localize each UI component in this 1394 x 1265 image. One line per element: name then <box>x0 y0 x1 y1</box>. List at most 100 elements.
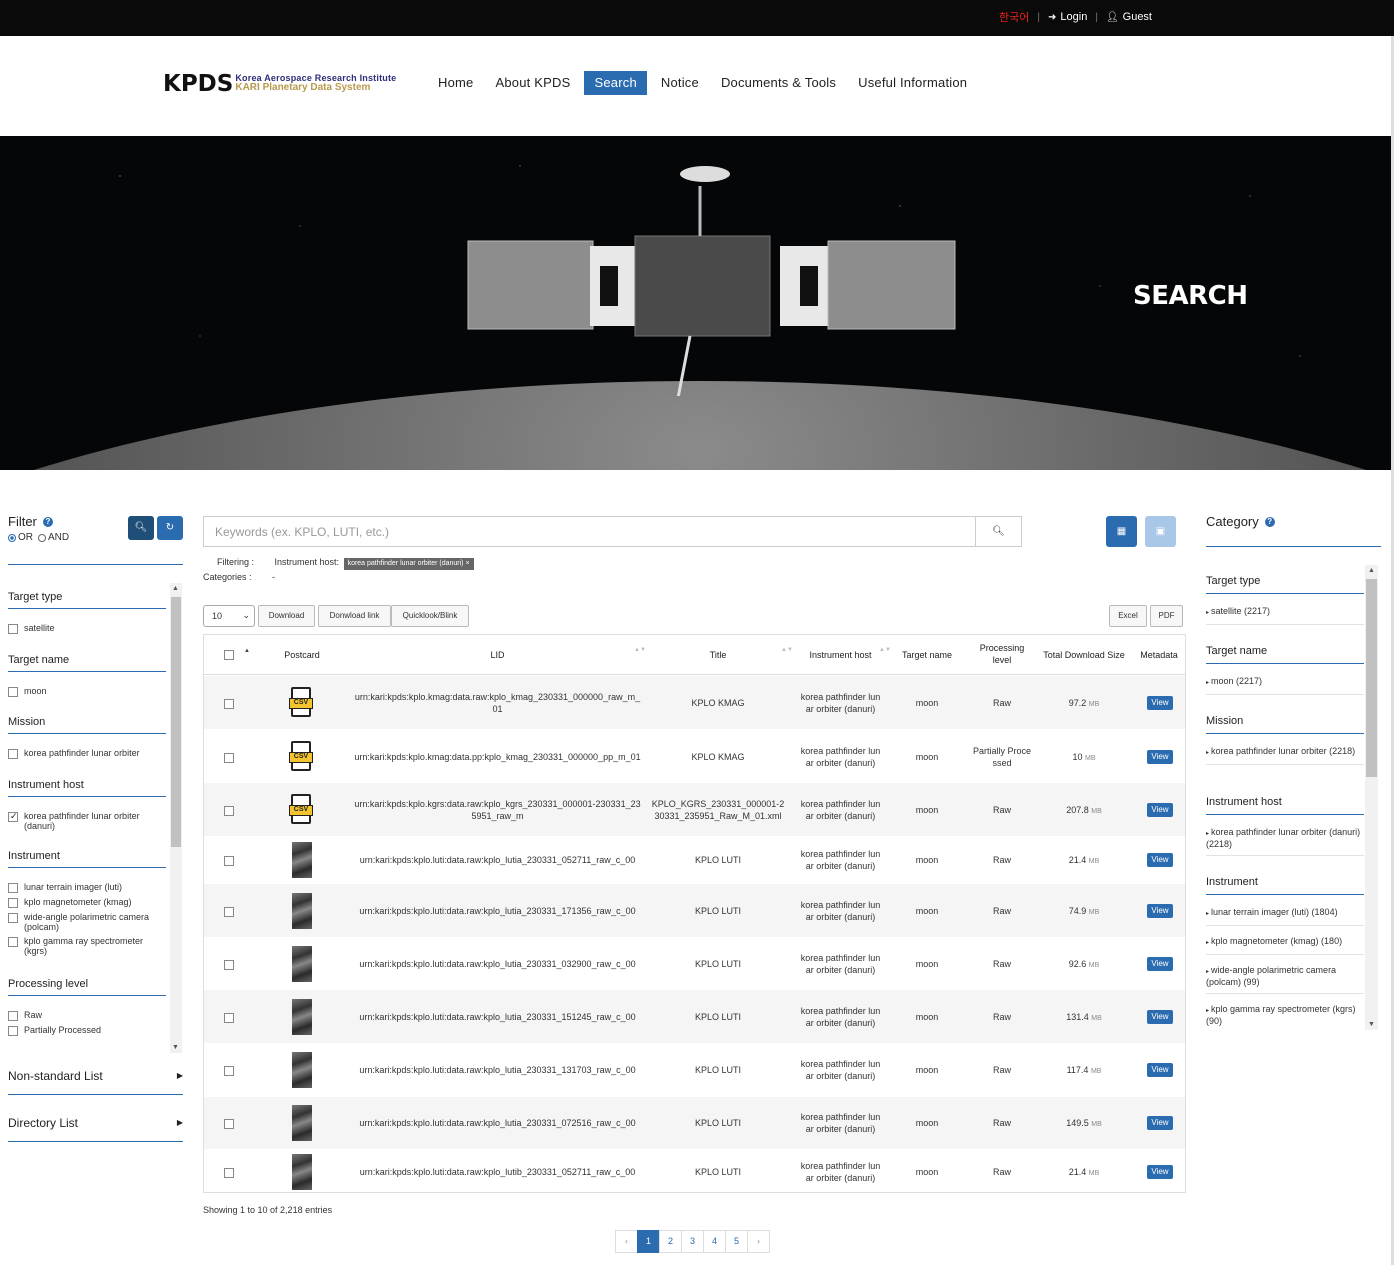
filter-option[interactable]: wide-angle polarimetric camera (polcam) <box>8 912 166 932</box>
filter-checkbox[interactable] <box>8 811 18 822</box>
view-metadata-button[interactable]: View <box>1147 1116 1173 1130</box>
page-button-5[interactable]: 5 <box>725 1230 748 1253</box>
nav-item-documents-tools[interactable]: Documents & Tools <box>713 71 844 95</box>
filter-option[interactable]: satellite <box>8 623 166 634</box>
view-metadata-button[interactable]: View <box>1147 1164 1173 1179</box>
scroll-down-icon[interactable]: ▼ <box>1368 1021 1375 1028</box>
nav-item-home[interactable]: Home <box>430 71 481 95</box>
row-checkbox[interactable] <box>224 959 234 970</box>
postcard-thumbnail[interactable] <box>292 892 312 929</box>
page-size-select[interactable]: 10 ⌄ <box>203 605 255 627</box>
nonstandard-list-toggle[interactable]: Non-standard List ▶ <box>8 1065 183 1095</box>
category-item[interactable]: ▸ moon (2217) <box>1206 664 1364 695</box>
row-checkbox[interactable] <box>224 906 234 917</box>
nav-item-notice[interactable]: Notice <box>653 71 707 95</box>
filter-option[interactable]: kplo magnetometer (kmag) <box>8 897 166 908</box>
search-button[interactable]: 🔍︎ <box>975 517 1021 546</box>
view-metadata-button[interactable]: View <box>1147 695 1173 710</box>
view-metadata-button[interactable]: View <box>1147 956 1173 971</box>
pdf-button[interactable]: PDF <box>1150 605 1183 627</box>
page-button-4[interactable]: 4 <box>703 1230 726 1253</box>
filter-option[interactable]: Raw <box>8 1010 166 1021</box>
csv-file-icon[interactable]: CSV <box>289 793 313 826</box>
category-item[interactable]: ▸ kplo gamma ray spectrometer (kgrs) (90) <box>1206 994 1364 1030</box>
col-instrument-host[interactable]: Instrument host <box>799 649 882 661</box>
category-scrollbar[interactable]: ▲ ▼ <box>1365 565 1378 1030</box>
help-icon[interactable]: ? <box>1264 516 1275 527</box>
prev-page-button[interactable]: ‹ <box>615 1230 638 1253</box>
scroll-down-icon[interactable]: ▼ <box>172 1044 179 1051</box>
filter-option[interactable]: lunar terrain imager (luti) <box>8 882 166 893</box>
row-checkbox[interactable] <box>224 1066 234 1076</box>
filter-option[interactable]: korea pathfinder lunar orbiter <box>8 748 166 759</box>
category-item[interactable]: ▸ wide-angle polarimetric camera (polcam)… <box>1206 955 1364 994</box>
postcard-thumbnail[interactable] <box>292 842 312 878</box>
filter-option[interactable]: Partially Processed <box>8 1025 166 1036</box>
row-checkbox[interactable] <box>224 698 234 709</box>
filter-option[interactable]: korea pathfinder lunar orbiter (danuri) <box>8 811 166 831</box>
scroll-up-icon[interactable]: ▲ <box>1368 567 1375 574</box>
postcard-thumbnail[interactable] <box>292 1153 312 1190</box>
filter-checkbox[interactable] <box>8 883 18 893</box>
category-item[interactable]: ▸ kplo magnetometer (kmag) (180) <box>1206 926 1364 955</box>
view-metadata-button[interactable]: View <box>1147 903 1173 918</box>
filter-checkbox[interactable] <box>8 624 18 634</box>
kpds-logo[interactable]: KPDS Korea Aerospace Research Institute … <box>163 70 396 98</box>
row-checkbox[interactable] <box>224 805 234 816</box>
excel-button[interactable]: Excel <box>1109 605 1147 627</box>
filter-option[interactable]: kplo gamma ray spectrometer (kgrs) <box>8 936 166 956</box>
filter-search-button[interactable]: 🔍︎ <box>128 516 154 540</box>
postcard-thumbnail[interactable] <box>292 998 312 1035</box>
scroll-thumb[interactable] <box>1366 579 1377 777</box>
sort-icon[interactable]: ▲▼ <box>634 647 646 653</box>
row-checkbox[interactable] <box>224 1119 234 1129</box>
view-metadata-button[interactable]: View <box>1147 749 1173 764</box>
view-metadata-button[interactable]: View <box>1147 1009 1173 1024</box>
nav-item-useful-information[interactable]: Useful Information <box>850 71 975 95</box>
category-item[interactable]: ▸ korea pathfinder lunar orbiter (2218) <box>1206 734 1364 765</box>
language-link[interactable]: 한국어 <box>999 9 1029 25</box>
csv-file-icon[interactable]: CSV <box>289 740 313 773</box>
postcard-thumbnail[interactable] <box>292 1105 312 1141</box>
filter-scrollbar[interactable]: ▲ ▼ <box>170 583 182 1053</box>
help-icon[interactable]: ? <box>42 516 53 527</box>
sort-icon[interactable]: ▲▼ <box>879 647 891 653</box>
and-radio[interactable] <box>38 533 46 542</box>
download-link-button[interactable]: Donwload link <box>318 605 391 627</box>
csv-file-icon[interactable]: CSV <box>289 686 313 719</box>
category-item[interactable]: ▸ korea pathfinder lunar orbiter (danuri)… <box>1206 815 1364 856</box>
sort-icon[interactable]: ▲▼ <box>781 647 793 653</box>
page-button-1[interactable]: 1 <box>637 1230 660 1253</box>
filter-checkbox[interactable] <box>8 1026 18 1036</box>
col-title[interactable]: Title <box>650 649 786 661</box>
col-lid[interactable]: LID <box>354 649 641 661</box>
category-item[interactable]: ▸ satellite (2217) <box>1206 594 1364 625</box>
filter-checkbox[interactable] <box>8 937 18 947</box>
scroll-up-icon[interactable]: ▲ <box>172 585 179 592</box>
filter-option[interactable]: moon <box>8 686 166 697</box>
scroll-thumb[interactable] <box>171 597 181 847</box>
filter-checkbox[interactable] <box>8 1011 18 1021</box>
nav-item-search[interactable]: Search <box>584 71 647 95</box>
page-button-3[interactable]: 3 <box>681 1230 704 1253</box>
filter-checkbox[interactable] <box>8 898 18 908</box>
filter-checkbox[interactable] <box>8 687 18 697</box>
row-checkbox[interactable] <box>224 752 234 763</box>
view-metadata-button[interactable]: View <box>1147 1063 1173 1077</box>
filter-checkbox[interactable] <box>8 913 18 923</box>
row-checkbox[interactable] <box>224 1012 234 1023</box>
image-view-button[interactable]: ▣ <box>1145 516 1176 547</box>
directory-list-toggle[interactable]: Directory List ▶ <box>8 1112 183 1142</box>
category-item[interactable]: ▸ lunar terrain imager (luti) (1804) <box>1206 895 1364 926</box>
filter-reset-button[interactable]: ↻ <box>157 516 183 540</box>
select-all-checkbox[interactable] <box>224 650 234 660</box>
download-button[interactable]: Download <box>258 605 315 627</box>
or-radio[interactable] <box>8 533 16 542</box>
view-metadata-button[interactable]: View <box>1147 853 1173 867</box>
sort-asc-icon[interactable]: ▲ <box>244 648 250 654</box>
page-button-2[interactable]: 2 <box>659 1230 682 1253</box>
filter-tag[interactable]: korea pathfinder lunar orbiter (danuri) … <box>343 558 474 570</box>
postcard-thumbnail[interactable] <box>292 1052 312 1088</box>
quicklook-button[interactable]: Quicklook/Blink <box>391 605 469 627</box>
table-view-button[interactable]: ▦ <box>1106 516 1137 547</box>
